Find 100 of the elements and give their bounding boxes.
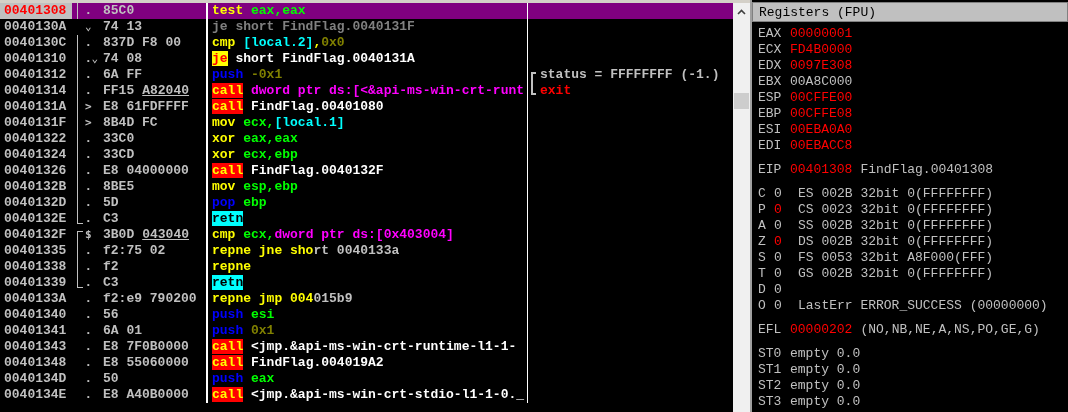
register-info: GS 002B 32bit 0(FFFFFFFF) — [798, 266, 994, 282]
register-name: ST2 — [758, 378, 783, 394]
register-name: ESP — [758, 90, 783, 106]
instruction: pop ebp — [212, 195, 267, 210]
instruction: repne — [212, 259, 251, 274]
address-cell-text: 0040133A — [3, 291, 68, 307]
jump-marker: $ — [85, 227, 92, 243]
register-value: empty 0.0 — [790, 378, 861, 394]
hex-bytes: 56 — [103, 307, 119, 323]
jump-marker: . — [85, 259, 92, 275]
register-value: 00000001 — [790, 26, 853, 42]
panel-title: Registers (FPU) — [752, 2, 1068, 22]
jump-marker: . — [85, 147, 92, 163]
address-cell-text: 00401322 — [3, 131, 68, 147]
flag-name: A — [758, 218, 767, 234]
scroll-up-icon[interactable] — [737, 9, 746, 15]
flag-name: P — [758, 202, 767, 218]
hex-bytes: A82040 — [142, 83, 190, 99]
register-name: EBP — [758, 106, 783, 122]
register-name: ST3 — [758, 394, 783, 410]
register-value: empty 0.0 — [790, 394, 861, 410]
address-cell-text: 0040134D — [3, 371, 68, 387]
hex-bytes: 6A 01 — [103, 323, 142, 339]
jump-marker: . — [85, 35, 92, 51]
jump-marker: > — [85, 115, 92, 131]
address-cell-text: 00401340 — [3, 307, 68, 323]
register-name: EIP — [758, 162, 783, 178]
hex-bytes: FF15 — [103, 83, 135, 99]
address-cell-text: 00401335 — [3, 243, 68, 259]
register-value: 0 — [774, 218, 783, 234]
register-value: FD4B0000 — [790, 42, 853, 58]
register-value: 00000202 — [790, 322, 853, 338]
hex-bytes: C3 — [103, 275, 119, 291]
address-cell-text: 0040131F — [3, 115, 68, 131]
hex-bytes: 85C0 — [103, 3, 135, 19]
jump-marker: . — [85, 195, 92, 211]
jump-marker: . — [85, 307, 92, 323]
address-cell-text: 00401310 — [3, 51, 68, 67]
register-value: empty 0.0 — [790, 362, 861, 378]
instruction: call dword ptr ds:[<&api-ms-win-crt-runt — [212, 83, 525, 98]
register-value: 0 — [774, 250, 783, 266]
address-cell-text: 0040130A — [3, 19, 68, 35]
address-cell-text: 0040132D — [3, 195, 68, 211]
hex-bytes: 3B0D — [103, 227, 135, 243]
instruction: mov ecx,[local.1] — [212, 115, 345, 130]
jump-marker: . — [85, 339, 92, 355]
hex-bytes: E8 A40B0000 — [103, 387, 189, 403]
register-name: EDX — [758, 58, 783, 74]
hex-bytes: 8B4D FC — [103, 115, 158, 131]
jump-marker: .⌄ — [85, 51, 99, 67]
hex-bytes: 043040 — [142, 227, 190, 243]
register-info: FS 0053 32bit A8F000(FFF) — [798, 250, 994, 266]
address-cell-text: 00401341 — [3, 323, 68, 339]
address-cell-text: 00401312 — [3, 67, 68, 83]
hex-bytes: 6A FF — [103, 67, 142, 83]
address-cell-text: 00401326 — [3, 163, 68, 179]
instruction: test eax,eax — [212, 3, 306, 18]
hex-bytes: 837D F8 00 — [103, 35, 181, 51]
instruction: repne jne short 0040133a — [212, 243, 400, 258]
address-cell-text: 0040132F — [3, 227, 68, 243]
address-cell-text: 0040131A — [3, 99, 68, 115]
address-cell-text: 00401343 — [3, 339, 68, 355]
instruction: call FindFlag.0040132F — [212, 163, 384, 178]
instruction: xor ecx,ebp — [212, 147, 298, 162]
register-value: 0 — [774, 202, 783, 218]
address-cell: 00401308 — [0, 3, 72, 19]
register-info: SS 002B 32bit 0(FFFFFFFF) — [798, 218, 994, 234]
jump-marker: . — [85, 371, 92, 387]
instruction: mov esp,ebp — [212, 179, 298, 194]
hex-bytes: 50 — [103, 371, 119, 387]
instruction: retn — [212, 211, 244, 226]
instruction: je short FindFlag.0040131A — [212, 51, 415, 66]
jump-marker: ⌄ — [85, 19, 92, 35]
selected-row[interactable]: . 85C0 test eax,eax — [72, 3, 733, 19]
hex-bytes: E8 7F0B0000 — [103, 339, 189, 355]
register-name: ST0 — [758, 346, 783, 362]
register-name: ST1 — [758, 362, 783, 378]
address-cell-text: 00401339 — [3, 275, 68, 291]
instruction: cmp [local.2],0x0 — [212, 35, 345, 50]
hex-bytes: 8BE5 — [103, 179, 135, 195]
hex-bytes: 5D — [103, 195, 119, 211]
instruction: call FindFlag.00401080 — [212, 99, 384, 114]
scrollbar[interactable] — [733, 3, 750, 412]
register-value: 0 — [774, 186, 783, 202]
scrollbar-thumb[interactable] — [734, 93, 749, 109]
instruction: je short FindFlag.0040131F — [212, 19, 415, 34]
comment: exit — [540, 83, 572, 98]
jump-marker: . — [85, 387, 92, 403]
hex-bytes: 33CD — [103, 147, 135, 163]
flag-name: D — [758, 282, 767, 298]
register-value: 0 — [774, 266, 783, 282]
hex-bytes: f2:e9 790200 — [103, 291, 197, 307]
register-name: EDI — [758, 138, 783, 154]
jump-marker: . — [85, 243, 92, 259]
instruction: retn — [212, 275, 244, 290]
hex-bytes: f2:75 02 — [103, 243, 166, 259]
flag-name: S — [758, 250, 767, 266]
register-info: ES 002B 32bit 0(FFFFFFFF) — [798, 186, 994, 202]
jump-marker: . — [85, 323, 92, 339]
register-value: 00EBACC8 — [790, 138, 853, 154]
